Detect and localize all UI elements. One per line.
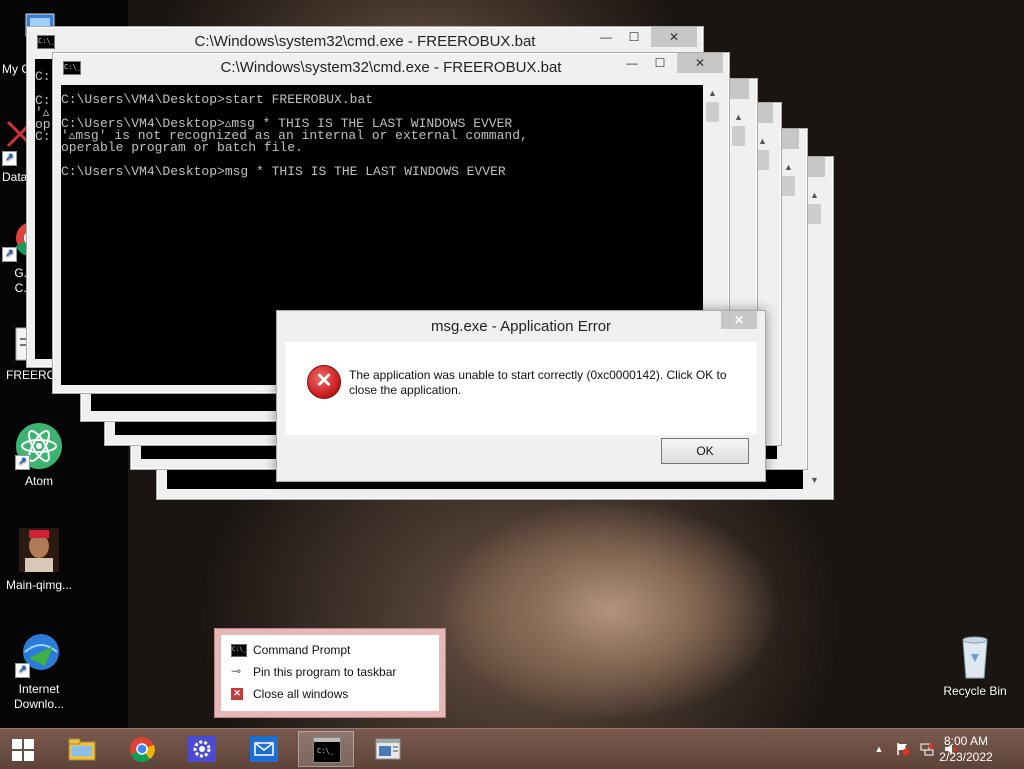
pin-icon: ⊸ — [231, 664, 242, 678]
scrollbar[interactable]: ▲ — [780, 159, 797, 459]
dialog-titlebar[interactable]: msg.exe - Application Error ✕ — [277, 311, 765, 341]
scroll-thumb[interactable] — [706, 102, 719, 122]
jumplist-item-label: Close all windows — [253, 687, 349, 701]
clock[interactable]: 8:00 AM 2/23/2022 — [926, 733, 1006, 765]
window-titlebar[interactable]: C:\_ C:\Windows\system32\cmd.exe - FREER… — [53, 53, 729, 81]
desktop-icon-label: Atom — [24, 474, 53, 488]
image-file-icon — [15, 526, 63, 574]
clock-date: 2/23/2022 — [939, 750, 993, 764]
mail-icon — [250, 736, 278, 762]
atom-icon: ↗ — [15, 422, 63, 470]
taskbar-file-explorer[interactable] — [54, 731, 110, 767]
desktop-icon-label: Recycle Bin — [943, 684, 1007, 698]
minimize-icon[interactable]: — — [593, 27, 619, 47]
ok-button[interactable]: OK — [661, 438, 749, 464]
shortcut-arrow-icon: ↗ — [15, 663, 30, 678]
jumplist-menu: C:\_ Command Prompt ⊸ Pin this program t… — [221, 635, 439, 711]
taskbar-settings[interactable] — [174, 731, 230, 767]
maximize-icon[interactable]: ☐ — [647, 53, 673, 73]
scroll-up-arrow-icon[interactable]: ▲ — [780, 159, 797, 176]
scroll-up-arrow-icon[interactable]: ▲ — [704, 85, 721, 102]
close-icon[interactable]: ✕ — [677, 53, 723, 73]
error-message: The application was unable to start corr… — [349, 368, 727, 397]
windows-logo-icon — [12, 739, 34, 761]
cmd-icon: C:\_ — [231, 644, 247, 657]
console-line: operable program or batch file. — [61, 140, 303, 155]
shortcut-arrow-icon: ↗ — [2, 247, 17, 262]
console-line: C: — [35, 129, 51, 144]
jumplist-item-command-prompt[interactable]: C:\_ Command Prompt — [221, 639, 439, 661]
window-icon — [374, 736, 402, 762]
scrollbar[interactable]: ▲ ▼ — [806, 187, 823, 489]
system-tray: ▲ 8:00 AM 2/23/2022 — [824, 729, 1024, 769]
taskbar: C:\_ ▲ 8:00 AM 2/23/2022 — [0, 728, 1024, 769]
gear-icon — [188, 736, 216, 762]
maximize-icon[interactable]: ☐ — [621, 27, 647, 47]
close-icon: ✕ — [231, 688, 243, 700]
dialog-body: ✕ The application was unable to start co… — [285, 342, 757, 435]
shortcut-arrow-icon: ↗ — [15, 455, 30, 470]
dialog-close-button[interactable]: ✕ — [721, 311, 757, 329]
application-error-dialog[interactable]: msg.exe - Application Error ✕ ✕ The appl… — [276, 310, 766, 482]
show-hidden-icons-icon[interactable]: ▲ — [872, 742, 886, 756]
jumplist-item-label: Pin this program to taskbar — [253, 665, 397, 679]
dialog-title: msg.exe - Application Error — [430, 318, 612, 335]
scroll-thumb[interactable] — [732, 126, 745, 146]
taskbar-mail[interactable] — [236, 731, 292, 767]
jumplist-item-pin-to-taskbar[interactable]: ⊸ Pin this program to taskbar — [221, 661, 439, 683]
desktop-icon-label: Main-qimg... — [5, 578, 73, 592]
console-line: C:\Users\VM4\Desktop>start FREEROBUX.bat — [61, 92, 374, 107]
atom-desktop-icon[interactable]: ↗ Atom — [0, 422, 78, 489]
chrome-icon — [128, 736, 156, 763]
start-button[interactable] — [0, 729, 48, 769]
download-manager-icon: ↗ — [15, 630, 63, 678]
main-qimg-desktop-icon[interactable]: Main-qimg... — [0, 526, 78, 593]
clock-time: 8:00 AM — [943, 734, 989, 748]
scroll-thumb[interactable] — [782, 176, 795, 196]
svg-text:C:\_: C:\_ — [317, 747, 335, 755]
taskbar-google-chrome[interactable] — [114, 731, 170, 767]
error-icon: ✕ — [307, 365, 341, 399]
scroll-up-arrow-icon[interactable]: ▲ — [806, 187, 823, 204]
minimize-icon[interactable]: — — [619, 53, 645, 73]
recycle-bin-icon — [951, 632, 999, 680]
recycle-bin-desktop-icon[interactable]: Recycle Bin — [936, 632, 1014, 699]
internet-download-manager-desktop-icon[interactable]: ↗ Internet Downlo... — [0, 630, 78, 712]
jumplist-item-label: Command Prompt — [253, 643, 351, 657]
scroll-up-arrow-icon[interactable]: ▲ — [730, 109, 747, 126]
folder-icon — [68, 736, 96, 762]
scroll-down-arrow-icon[interactable]: ▼ — [806, 472, 823, 489]
window-titlebar[interactable]: C:\_ C:\Windows\system32\cmd.exe - FREER… — [27, 27, 703, 55]
shortcut-arrow-icon: ↗ — [2, 151, 17, 166]
close-icon[interactable]: ✕ — [651, 27, 697, 47]
console-line: C: — [35, 69, 51, 84]
taskbar-command-prompt[interactable]: C:\_ — [298, 731, 354, 767]
cmd-icon: C:\_ — [313, 737, 341, 763]
scroll-thumb[interactable] — [808, 204, 821, 224]
action-center-flag-icon[interactable] — [896, 742, 910, 756]
jumplist-item-close-all-windows[interactable]: ✕ Close all windows — [221, 683, 439, 705]
desktop-icon-label: Internet Downlo... — [13, 682, 65, 711]
taskbar-jumplist: C:\_ Command Prompt ⊸ Pin this program t… — [214, 628, 446, 718]
desktop: My C... ↗ Data... ↗ G... C... FREEROB...… — [0, 0, 1024, 728]
taskbar-window[interactable] — [360, 731, 416, 767]
console-line: C:\Users\VM4\Desktop>msg * THIS IS THE L… — [61, 164, 506, 179]
